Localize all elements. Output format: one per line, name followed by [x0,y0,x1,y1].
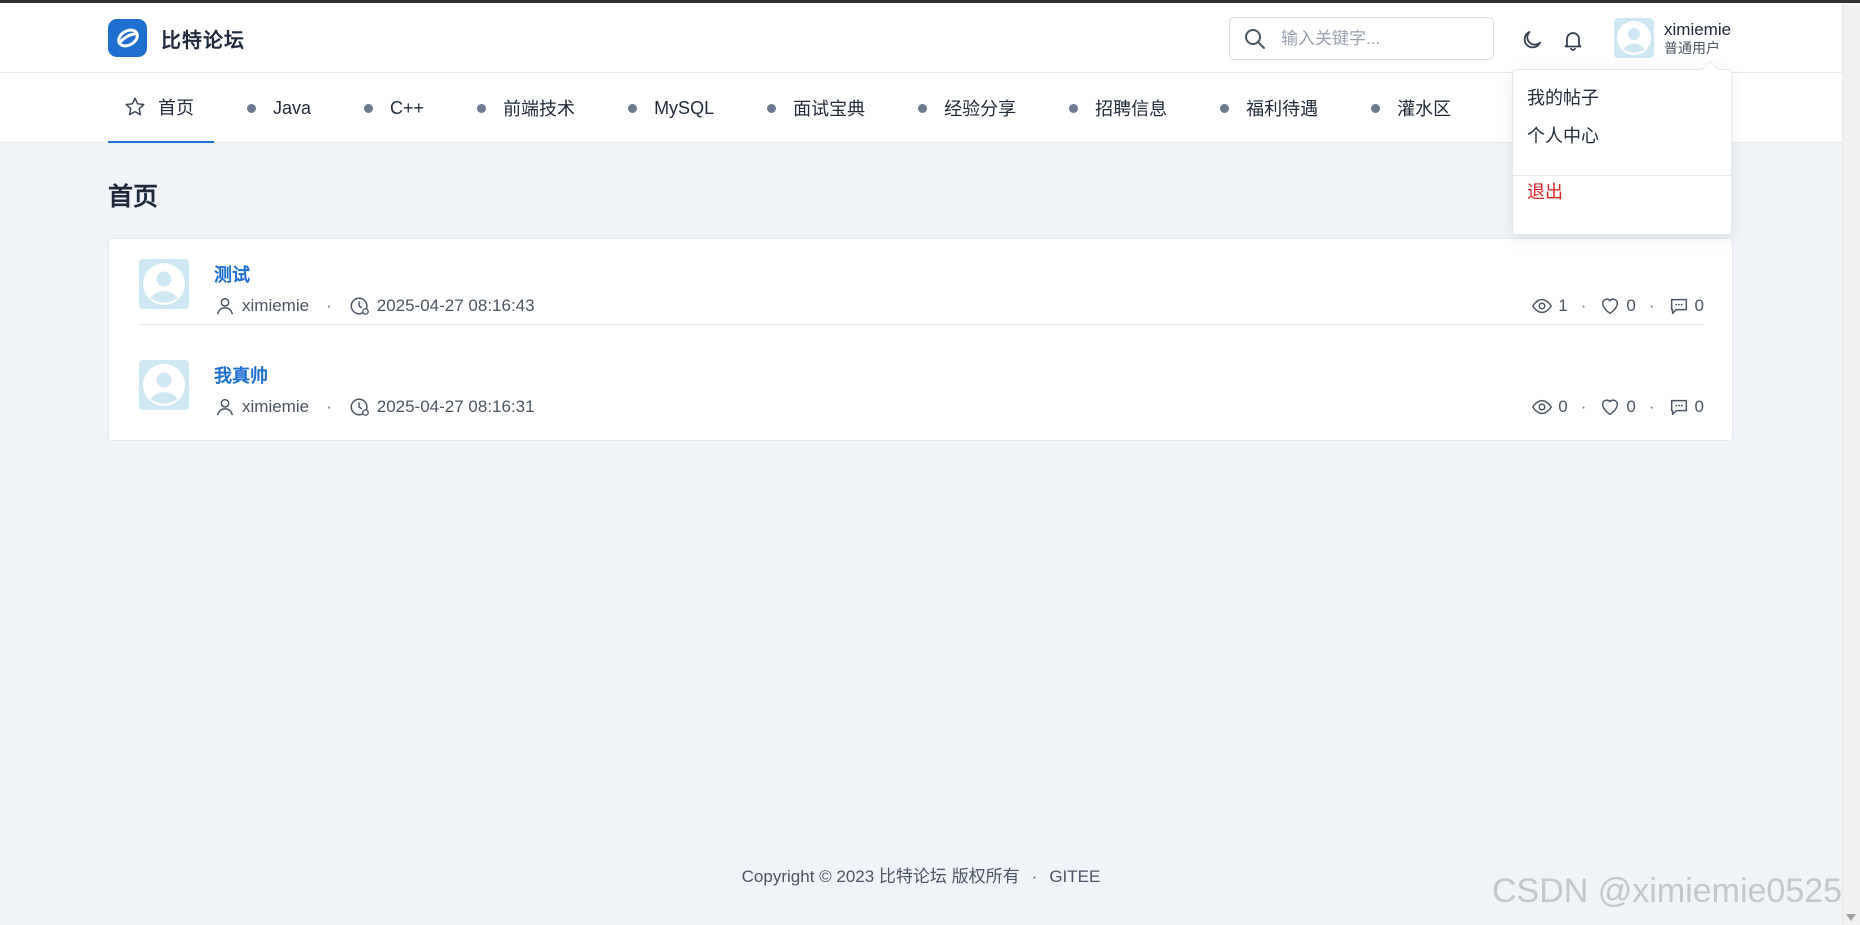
logo-icon [108,19,147,57]
gitee-link[interactable]: GITEE [1049,867,1100,886]
user-dropdown-menu: 我的帖子 个人中心 退出 [1512,60,1732,235]
nav-dot-icon [247,103,256,113]
search-input[interactable] [1281,28,1481,49]
bell-icon [1564,32,1582,51]
nav-item-label: 灌水区 [1397,99,1452,119]
avatar[interactable] [139,360,189,410]
nav-dot-icon [1069,103,1079,113]
clock-icon [350,398,369,416]
post-stats: 1 · 0 · 0 [1531,295,1704,317]
comment-icon [1670,298,1687,315]
dark-mode-toggle[interactable] [1519,27,1545,53]
post-meta: ximiemie · 2025-04-27 08:16:31 [214,396,535,418]
user-icon [216,398,234,416]
heart-icon [1602,399,1619,416]
nav-dot-icon [364,103,374,113]
nav-dot-icon [767,103,777,113]
eye-icon [1532,298,1553,314]
stats-separator: · [1580,397,1587,416]
user-name: ximiemie [1664,20,1732,39]
nav-dot-icon [1220,103,1230,113]
nav-item-label: Java [273,97,312,118]
comment-count: 0 [1694,397,1704,416]
logo[interactable]: 比特论坛 [108,19,245,57]
menu-divider [1513,175,1731,176]
comment-count: 0 [1694,296,1704,315]
like-count: 0 [1626,397,1636,416]
post-author[interactable]: ximiemie [242,296,309,316]
user-avatar-icon [143,364,185,406]
post-title[interactable]: 测试 [214,261,250,287]
nav-item-1[interactable]: Java [225,73,331,143]
nav-item-label: 首页 [158,98,194,118]
view-count: 0 [1558,397,1568,416]
vertical-scrollbar[interactable] [1842,3,1860,925]
clock-icon [350,297,369,315]
post-time: 2025-04-27 08:16:31 [376,397,535,416]
scroll-down-arrow-icon[interactable] [1846,914,1856,921]
user-icon [216,297,234,315]
nav-item-0[interactable]: 首页 [108,73,214,143]
post-time: 2025-04-27 08:16:43 [376,296,535,315]
footer-separator: · [1031,867,1038,886]
copyright-text: Copyright © 2023 比特论坛 版权所有 [741,867,1020,886]
nav-item-5[interactable]: 面试宝典 [745,73,885,143]
moon-icon [1523,31,1541,49]
post-stats: 0 · 0 · 0 [1531,396,1704,418]
nav-dot-icon [1371,103,1381,113]
post-author[interactable]: ximiemie [242,397,309,417]
avatar [1614,18,1654,58]
user-avatar-icon [1617,21,1651,55]
menu-item-logout[interactable]: 退出 [1527,178,1563,204]
avatar[interactable] [139,259,189,309]
nav-item-9[interactable]: 灌水区 [1349,73,1471,143]
heart-icon [1602,298,1619,315]
nav-item-label: 面试宝典 [793,99,866,119]
nav-dot-icon [918,103,928,113]
watermark: CSDN @ximiemie0525 [1492,872,1843,910]
nav-item-2[interactable]: C++ [342,73,444,143]
notifications-button[interactable] [1560,27,1586,53]
post-title[interactable]: 我真帅 [214,362,268,388]
nav-item-label: C++ [390,97,425,118]
post-item[interactable]: 我真帅 ximiemie · 2025-04-27 08:16:31 0 · 0 · 0 [139,340,1704,440]
nav-item-8[interactable]: 福利待遇 [1198,73,1338,143]
menu-item-profile[interactable]: 个人中心 [1527,122,1599,148]
eye-icon [1532,399,1553,415]
nav-item-3[interactable]: 前端技术 [455,73,595,143]
header: 比特论坛 ximiemie 普通用户 [0,3,1842,73]
stats-separator: · [1648,397,1655,416]
logo-text: 比特论坛 [161,29,245,52]
post-list: 测试 ximiemie · 2025-04-27 08:16:43 1 · 0 · 0 我真帅 xi… [108,238,1733,441]
nav-dot-icon [628,103,638,113]
nav-item-label: 前端技术 [503,99,576,119]
comment-icon [1670,399,1687,416]
user-menu-trigger[interactable]: ximiemie 普通用户 [1614,18,1731,58]
star-icon [125,97,145,116]
meta-separator: · [326,296,332,315]
user-avatar-icon [143,263,185,305]
user-role: 普通用户 [1664,40,1720,56]
nav-item-7[interactable]: 招聘信息 [1047,73,1187,143]
nav-item-label: MySQL [654,97,715,118]
nav-item-label: 经验分享 [944,99,1017,119]
search-box[interactable] [1229,17,1494,60]
nav-item-4[interactable]: MySQL [606,73,734,143]
view-count: 1 [1558,296,1568,315]
post-meta: ximiemie · 2025-04-27 08:16:43 [214,295,535,317]
nav-item-label: 福利待遇 [1246,99,1319,119]
post-divider [139,324,1704,325]
like-count: 0 [1626,296,1636,315]
stats-separator: · [1648,296,1655,315]
nav-item-6[interactable]: 经验分享 [896,73,1036,143]
nav-item-label: 招聘信息 [1095,99,1168,119]
search-icon [1245,28,1265,49]
stats-separator: · [1580,296,1587,315]
page-title: 首页 [108,183,159,211]
menu-item-my-posts[interactable]: 我的帖子 [1527,84,1599,110]
meta-separator: · [326,397,332,416]
nav-dot-icon [477,103,487,113]
